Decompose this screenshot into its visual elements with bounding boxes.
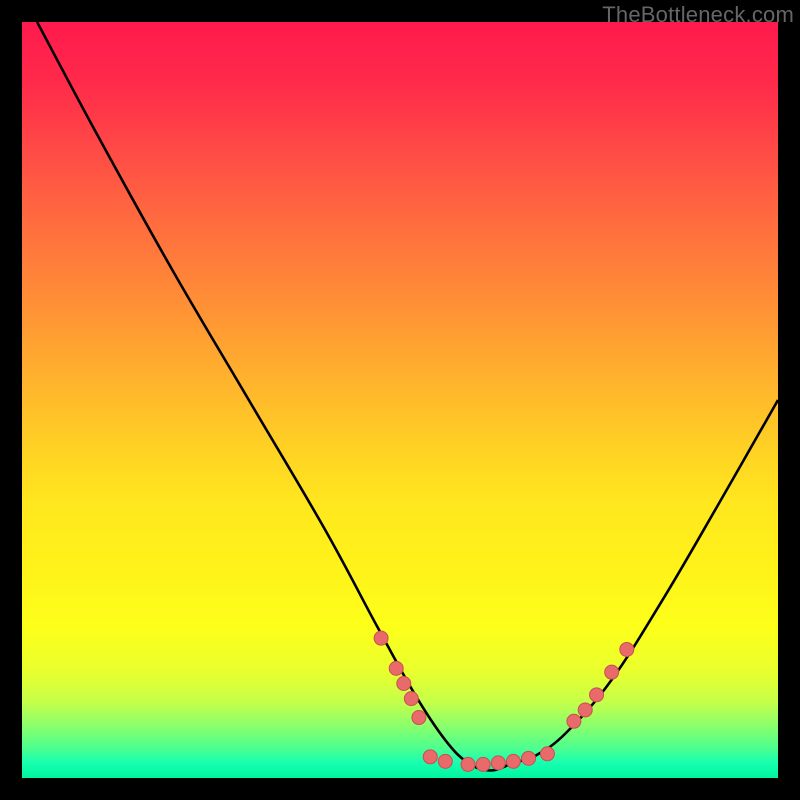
chart-frame (22, 22, 778, 778)
marker-point (412, 711, 426, 725)
marker-point (389, 661, 403, 675)
marker-point (397, 677, 411, 691)
marker-point (590, 688, 604, 702)
marker-point (491, 756, 505, 770)
marker-point (522, 751, 536, 765)
marker-point (476, 757, 490, 771)
marker-point (506, 754, 520, 768)
marker-point (404, 692, 418, 706)
marker-point (567, 714, 581, 728)
marker-point (578, 703, 592, 717)
marker-point (461, 757, 475, 771)
marker-point (620, 642, 634, 656)
marker-point (540, 747, 554, 761)
marker-point (438, 754, 452, 768)
bottleneck-curve (37, 22, 778, 770)
markers (374, 631, 634, 771)
marker-point (423, 750, 437, 764)
watermark-text: TheBottleneck.com (602, 2, 794, 28)
chart-svg (22, 22, 778, 778)
marker-point (374, 631, 388, 645)
marker-point (605, 665, 619, 679)
